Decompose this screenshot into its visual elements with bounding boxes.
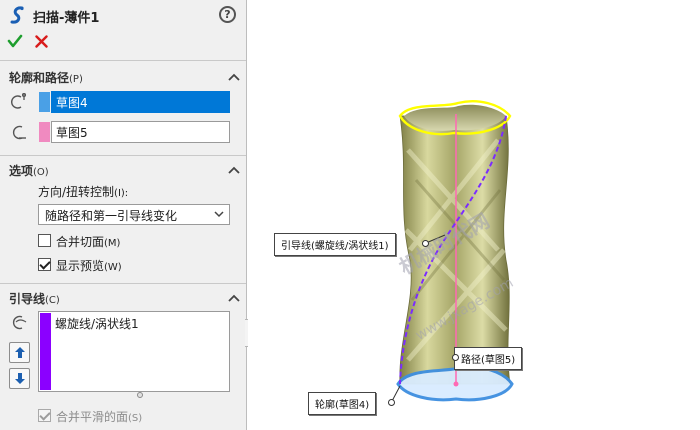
path-endpoint [453,381,459,387]
property-manager-header: 扫描-薄件1 ? [0,0,246,30]
checkbox-label-text: 合并平滑的面 [56,410,129,424]
property-manager-panel: 扫描-薄件1 ? 轮廓和路径(P) 草图4 草图5 选项(O) 方向/扭转控制(… [0,0,247,430]
chevron-down-icon [214,211,224,218]
guide-color-swatch [40,313,51,390]
guide-curve-callout[interactable]: 引导线(螺旋线/涡状线1) [274,233,396,256]
arrow-up-icon [15,347,25,358]
merge-tangent-label: 合并切面(M) [56,233,120,250]
divider [0,155,246,156]
guide-curves-list[interactable]: 螺旋线/涡状线1 [38,311,230,392]
feature-title: 扫描-薄件1 [33,11,100,26]
guide-curve-selector-icon [12,315,27,330]
arrow-down-icon [15,373,25,384]
checkbox-shortcut: (W) [104,262,122,273]
path-selector-icon [12,125,26,140]
show-preview-label: 显示预览(W) [56,257,122,274]
section-title-text: 轮廓和路径 [9,71,70,85]
section-guides-header[interactable]: 引导线(C) [9,290,60,307]
path-selection-field[interactable]: 草图5 [51,121,230,143]
profile-callout[interactable]: 轮廓(草图4) [308,392,377,415]
path-color-swatch [39,122,50,142]
merge-smooth-faces-checkbox[interactable] [38,409,51,422]
checkbox-label-text: 显示预览 [56,259,105,273]
chevron-up-icon[interactable] [228,294,240,302]
merge-smooth-faces-label: 合并平滑的面(S) [56,408,142,425]
profile-color-swatch [39,92,50,112]
chevron-up-icon[interactable] [228,73,240,81]
sweep-feature-icon [10,6,24,24]
section-title-text: 引导线 [9,292,46,306]
divider [0,283,246,284]
section-profile-path-header[interactable]: 轮廓和路径(P) [9,69,83,86]
graphics-viewport[interactable]: 机械时代网 www.jxage.com 引导线(螺旋线/涡状线1) 路径(草图5… [248,0,700,430]
list-resize-handle[interactable] [137,392,143,398]
chevron-up-icon[interactable] [228,166,240,174]
orientation-twist-select[interactable]: 随路径和第一引导线变化 [38,204,230,225]
section-options-header[interactable]: 选项(O) [9,162,49,179]
checkbox-shortcut: (M) [104,238,121,249]
path-callout[interactable]: 路径(草图5) [454,347,523,370]
section-title-text: 选项 [9,164,34,178]
profile-callout-dot [388,399,395,406]
orientation-label-text: 方向/扭转控制 [38,185,115,199]
profile-selector-icon [11,93,27,109]
orientation-label: 方向/扭转控制(I): [38,183,128,200]
checkbox-label-text: 合并切面 [56,235,105,249]
section-shortcut: (P) [69,74,83,85]
move-down-button[interactable] [9,368,30,389]
profile-selection-field[interactable]: 草图4 [51,91,230,113]
checkbox-shortcut: (S) [128,413,143,424]
move-up-button[interactable] [9,342,30,363]
merge-tangent-checkbox[interactable] [38,234,51,247]
orientation-selected-value: 随路径和第一引导线变化 [45,209,178,223]
show-preview-checkbox[interactable] [38,258,51,271]
list-item[interactable]: 螺旋线/涡状线1 [55,315,139,332]
guide-callout-dot [422,240,429,247]
cancel-x-icon[interactable] [35,35,48,48]
path-callout-dot [452,354,459,361]
orientation-shortcut: (I): [114,188,129,199]
section-shortcut: (O) [33,167,49,178]
ok-check-icon[interactable] [7,33,23,49]
divider [0,60,246,61]
section-shortcut: (C) [45,295,60,306]
help-icon[interactable]: ? [219,6,236,23]
